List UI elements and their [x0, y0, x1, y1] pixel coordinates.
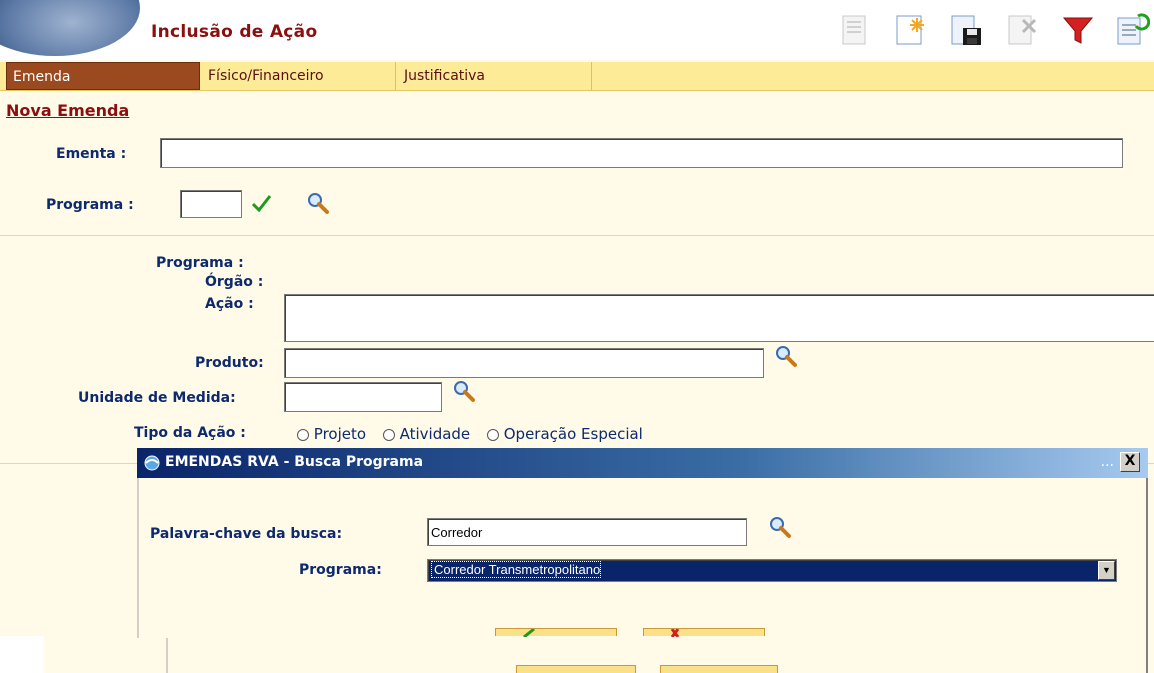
ementa-input[interactable] [160, 138, 1123, 168]
dialog-titlebar[interactable]: EMENDAS RVA - Busca Programa ... X [137, 448, 1148, 478]
chevron-down-icon[interactable]: ▼ [1098, 561, 1115, 580]
dialog-title-ellipsis: ... [1100, 454, 1114, 470]
acao-textarea[interactable] [284, 294, 1154, 342]
radio-atividade[interactable] [382, 428, 395, 441]
divider [166, 638, 168, 673]
dialog-programa-label: Programa: [299, 562, 382, 578]
unidade-label: Unidade de Medida: [78, 390, 236, 406]
tab-emenda[interactable]: Emenda [6, 62, 200, 90]
browser-icon [143, 454, 161, 472]
section-title: Nova Emenda [6, 101, 130, 120]
tab-fisico-financeiro[interactable]: Físico/Financeiro [202, 62, 396, 90]
radio-operacao-especial-label: Operação Especial [503, 425, 643, 443]
produto-input[interactable] [284, 348, 764, 378]
radio-atividade-label: Atividade [399, 425, 471, 443]
cancel-button[interactable] [643, 628, 765, 637]
produto-label: Produto: [195, 355, 264, 371]
tab-justificativa[interactable]: Justificativa [398, 62, 592, 90]
dialog-body [137, 478, 1148, 638]
refresh-icon[interactable] [1114, 12, 1151, 48]
divider [0, 235, 1154, 236]
keyword-label: Palavra-chave da busca: [150, 526, 343, 542]
filter-icon[interactable] [1060, 12, 1096, 48]
tipo-radio-group: Projeto Atividade Operação Especial [297, 425, 643, 443]
tipo-label: Tipo da Ação : [134, 425, 246, 441]
programa-input[interactable] [180, 190, 242, 218]
radio-projeto[interactable] [297, 428, 309, 441]
check-icon[interactable] [250, 192, 272, 214]
info-orgao-label: Órgão : [205, 274, 264, 290]
search-icon[interactable] [306, 191, 330, 215]
cancel-button[interactable] [660, 665, 778, 673]
radio-projeto-label: Projeto [313, 425, 367, 443]
blank-block [0, 636, 44, 673]
new-document-icon[interactable] [893, 12, 929, 48]
unidade-input[interactable] [284, 382, 442, 412]
programa-select[interactable]: Corredor Transmetropolitano ▼ [427, 559, 1117, 582]
info-programa-label: Programa : [156, 255, 244, 271]
radio-operacao-especial[interactable] [486, 428, 499, 441]
search-icon[interactable] [452, 379, 476, 403]
document-icon[interactable] [837, 12, 873, 48]
keyword-input[interactable] [427, 518, 747, 546]
search-icon[interactable] [774, 344, 798, 368]
close-button[interactable]: X [1120, 452, 1140, 472]
confirm-button[interactable] [495, 628, 617, 637]
save-icon[interactable] [948, 12, 984, 48]
delete-icon[interactable] [1005, 12, 1041, 48]
page-title: Inclusão de Ação [151, 22, 318, 42]
divider [1146, 638, 1148, 673]
confirm-button[interactable] [516, 665, 636, 673]
search-icon[interactable] [768, 515, 792, 539]
dialog-title: EMENDAS RVA - Busca Programa [165, 454, 424, 470]
info-acao-label: Ação : [205, 296, 254, 312]
programa-label: Programa : [46, 197, 134, 213]
ementa-label: Ementa : [56, 146, 127, 162]
programa-select-value: Corredor Transmetropolitano [431, 561, 602, 578]
